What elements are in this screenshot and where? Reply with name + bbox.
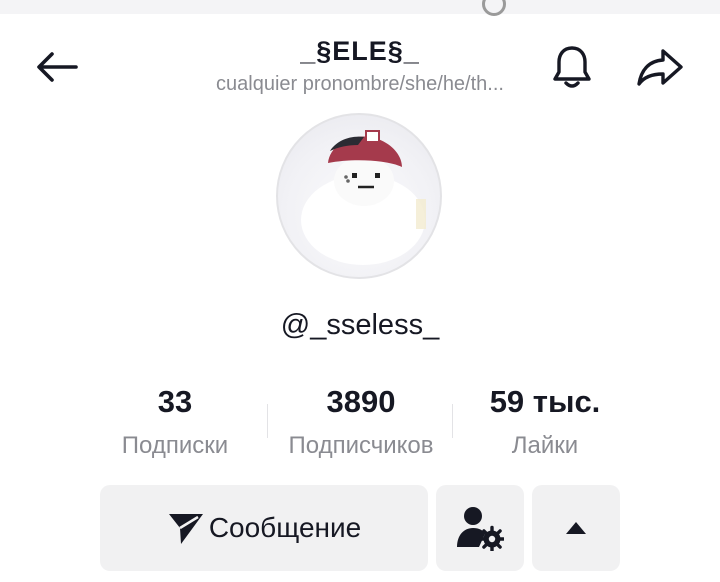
avatar-image: [301, 130, 426, 265]
share-button[interactable]: [630, 42, 690, 92]
user-gear-icon: [457, 507, 504, 551]
bell-icon: [553, 46, 591, 88]
status-bar: [0, 0, 720, 16]
share-arrow-icon: [637, 49, 683, 86]
stat-value: 59 тыс.: [489, 384, 601, 419]
send-icon: [168, 514, 203, 544]
username: @_sseless_: [280, 309, 440, 341]
notifications-button[interactable]: [544, 42, 600, 92]
stat-label: Подписки: [121, 432, 229, 459]
profile-header: _§ELE§_ cualquier pronombre/she/he/th...: [0, 14, 720, 114]
stat-label: Лайки: [511, 432, 579, 459]
message-button[interactable]: Сообщение: [100, 485, 428, 571]
stat-value: 33: [157, 384, 193, 419]
stat-following[interactable]: 33 Подписки: [80, 384, 270, 460]
profile-stats: 33 Подписки 3890 Подписчиков 59 тыс. Лай…: [90, 384, 630, 464]
pronouns-subtitle: cualquier pronombre/she/he/th...: [216, 73, 504, 95]
stat-followers[interactable]: 3890 Подписчиков: [266, 384, 456, 460]
caret-up-icon: [566, 522, 586, 534]
back-button[interactable]: [30, 44, 82, 90]
title-block: _§ELE§_ cualquier pronombre/she/he/th...: [150, 36, 570, 96]
expand-button[interactable]: [532, 485, 620, 571]
avatar[interactable]: [276, 113, 442, 279]
stat-likes[interactable]: 59 тыс. Лайки: [450, 384, 640, 460]
stat-value: 3890: [326, 384, 396, 419]
message-button-label: Сообщение: [208, 512, 362, 543]
arrow-left-icon: [37, 52, 78, 82]
stat-label: Подписчиков: [288, 432, 434, 459]
user-settings-button[interactable]: [436, 485, 524, 571]
page-title: _§ELE§_: [300, 36, 420, 66]
